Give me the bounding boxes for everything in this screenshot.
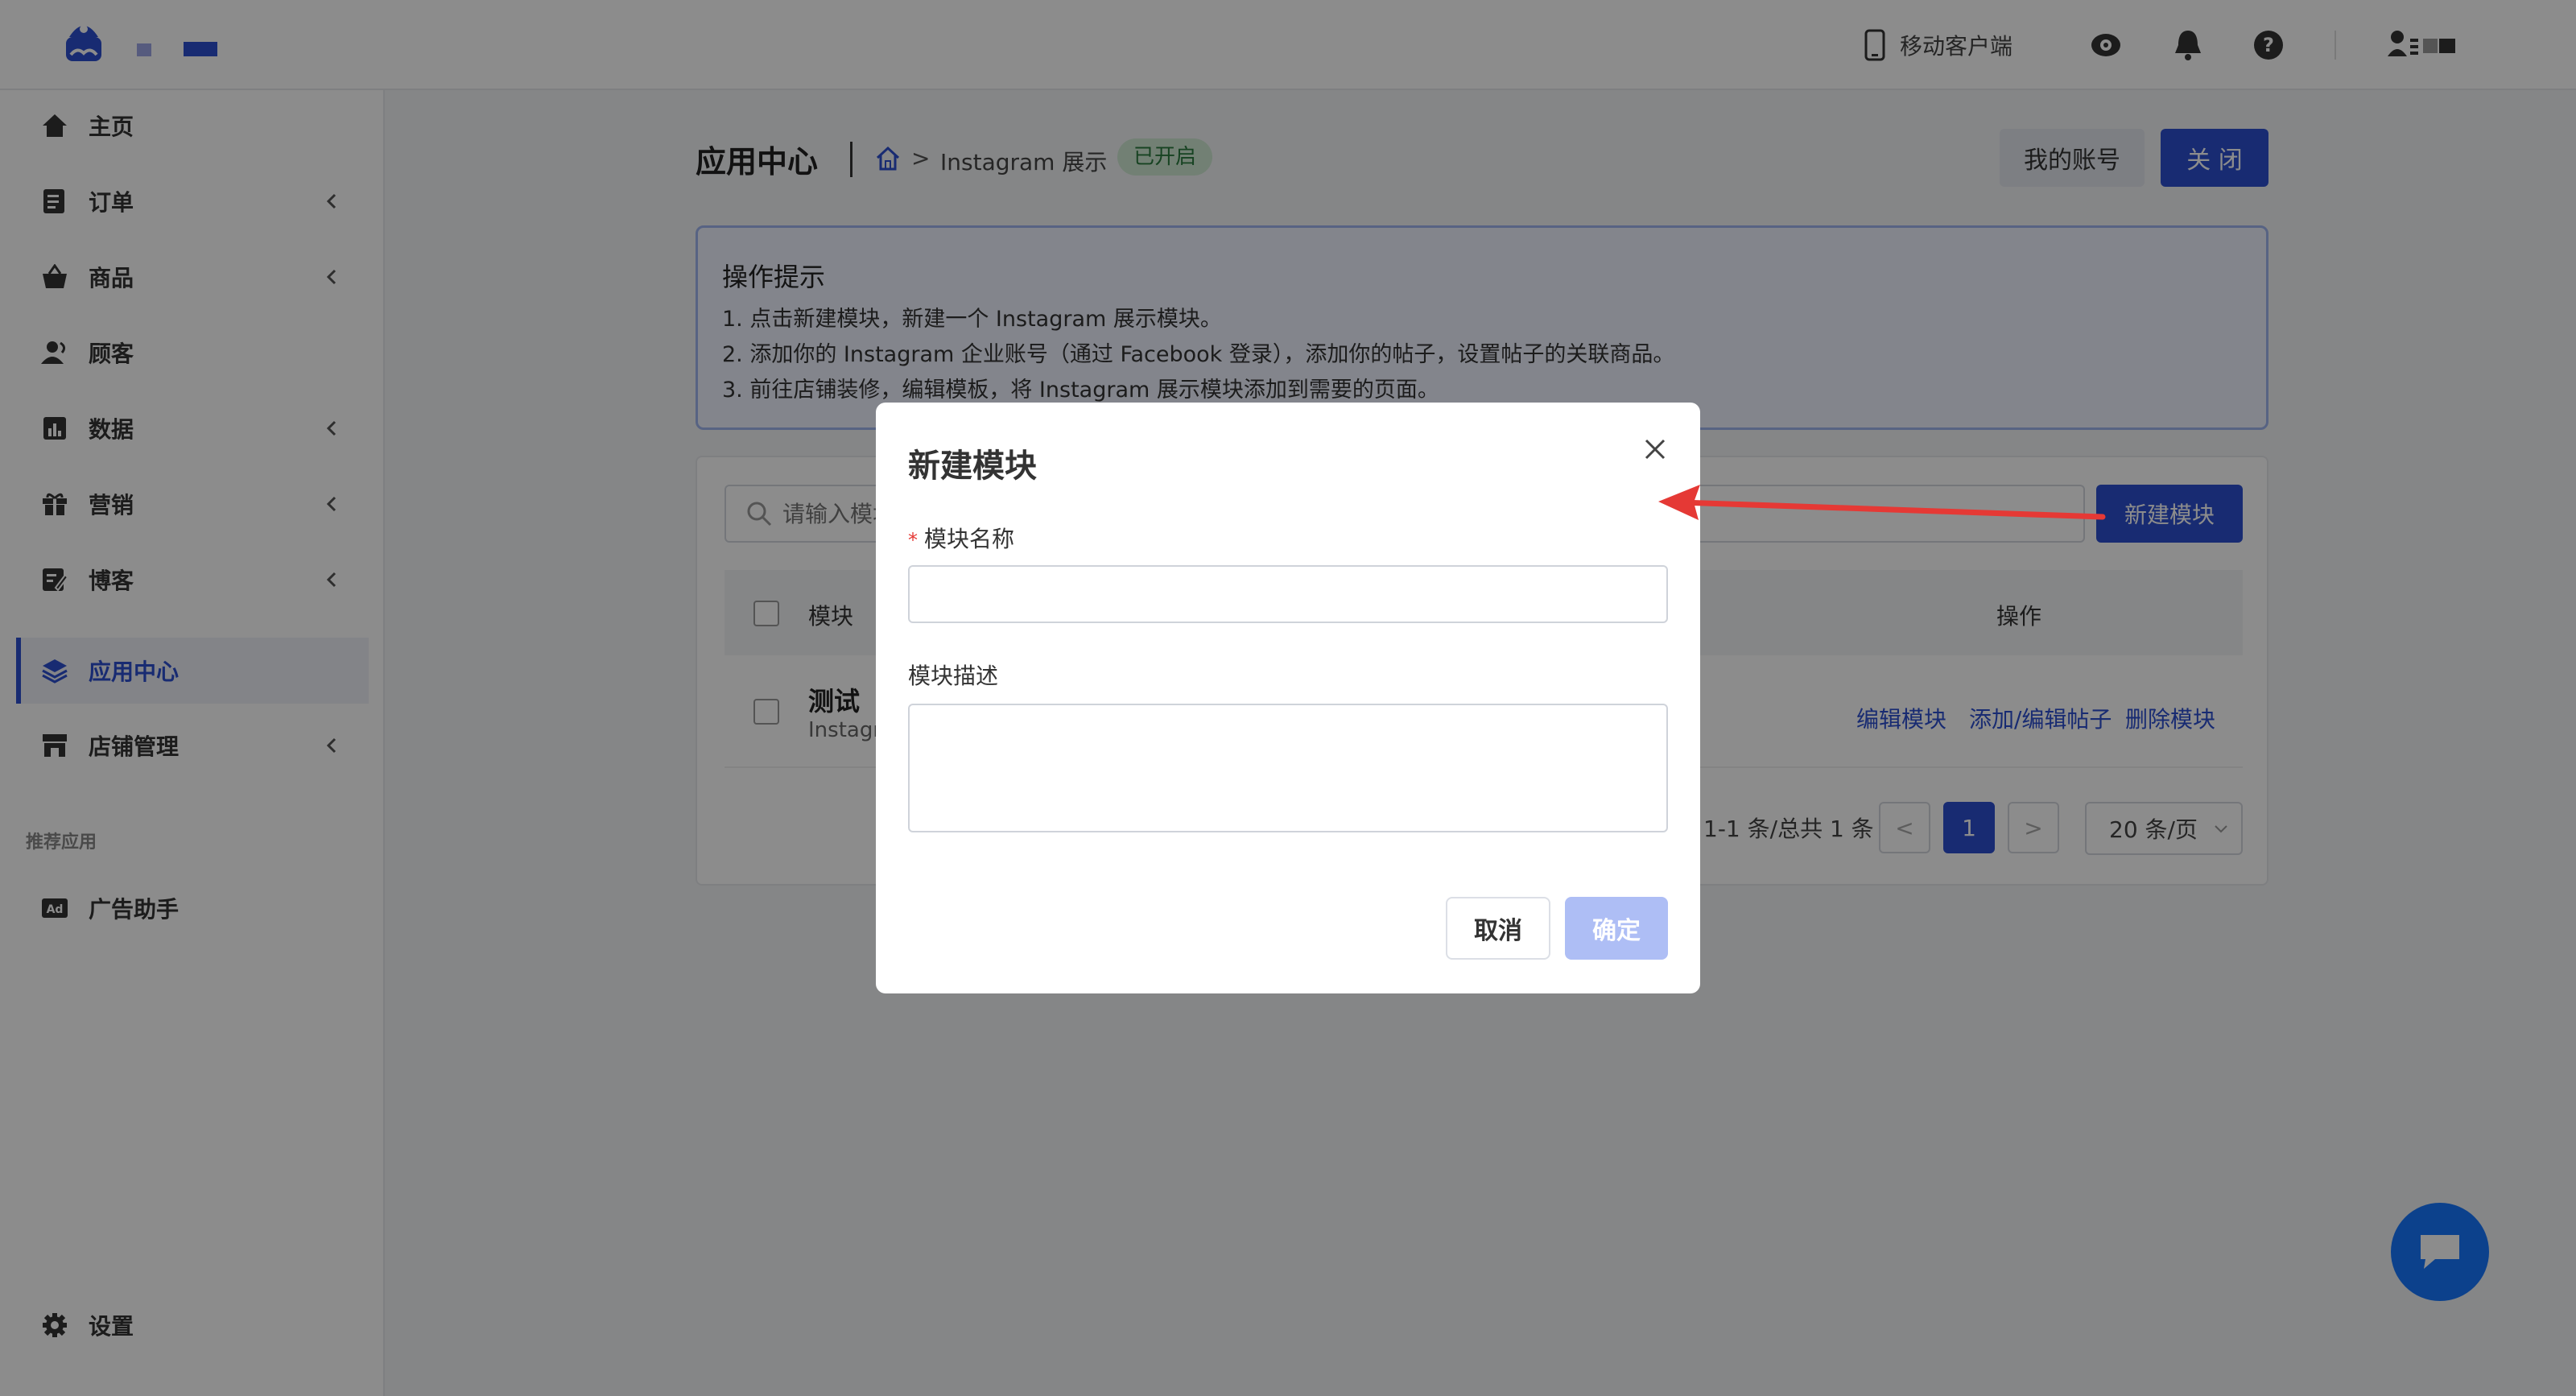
close-icon[interactable] (1633, 427, 1678, 472)
module-name-label-text: 模块名称 (924, 526, 1015, 552)
required-mark: * (908, 529, 918, 551)
module-name-label: * 模块名称 (908, 522, 1014, 554)
module-description-label: 模块描述 (908, 663, 999, 689)
confirm-button[interactable]: 确定 (1565, 897, 1668, 960)
new-module-dialog: 新建模块 * 模块名称 模块描述 取消 确定 (876, 403, 1700, 993)
module-name-input[interactable] (908, 565, 1668, 623)
cancel-button[interactable]: 取消 (1446, 897, 1550, 960)
dialog-title: 新建模块 (908, 448, 1037, 485)
module-description-textarea[interactable] (908, 704, 1668, 832)
